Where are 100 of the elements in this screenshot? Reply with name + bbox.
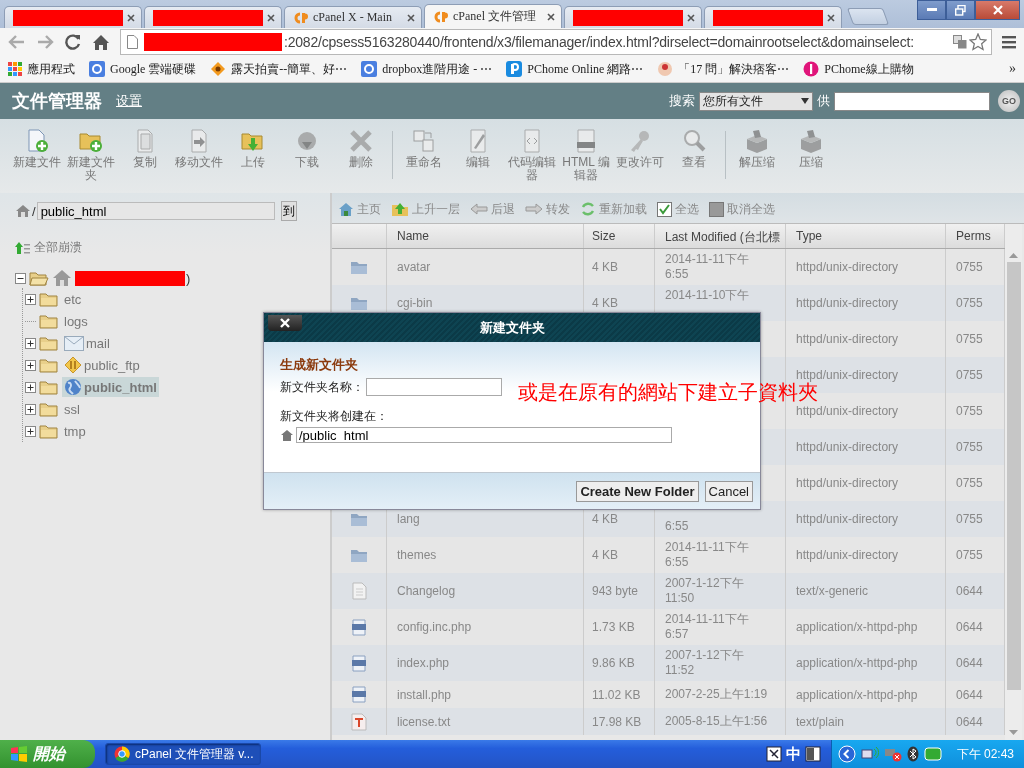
go-button[interactable]: 到 <box>280 201 297 221</box>
tree-item[interactable]: ) <box>186 270 191 286</box>
nav-button[interactable]: 主页 <box>338 200 381 218</box>
column-header[interactable]: Type <box>786 224 946 248</box>
nav-button[interactable]: 后退 <box>470 200 515 218</box>
nav-button[interactable]: 全选 <box>657 200 699 218</box>
nav-button[interactable]: 取消全选 <box>709 200 775 218</box>
tree-item[interactable]: public_ftp <box>62 355 142 375</box>
file-name[interactable]: index.php <box>397 656 450 670</box>
browser-tab[interactable] <box>144 6 282 28</box>
start-button[interactable]: 開始 <box>0 740 95 768</box>
file-name[interactable]: themes <box>397 548 437 562</box>
file-name[interactable]: license.txt <box>397 714 451 729</box>
bluetooth-icon[interactable] <box>906 746 919 762</box>
file-name[interactable]: cgi-bin <box>397 296 433 310</box>
column-header[interactable]: Name <box>387 224 584 248</box>
chevron-icon[interactable] <box>837 745 856 763</box>
go-button[interactable]: GO <box>998 90 1020 112</box>
tree-item[interactable]: tmp <box>62 422 88 440</box>
close-icon[interactable] <box>127 13 135 22</box>
folder-icon <box>39 335 59 351</box>
table-cell: 9.86 KB <box>592 656 635 670</box>
table-cell: 17.98 KB <box>592 714 642 729</box>
browser-tab[interactable] <box>4 6 142 28</box>
settings-link[interactable]: 设置 <box>116 92 142 110</box>
browser-tab[interactable] <box>704 6 842 28</box>
location-field[interactable]: /public_html <box>296 427 672 443</box>
browser-tab[interactable] <box>564 6 702 28</box>
clock: 下午 02:43 <box>956 745 1014 763</box>
file-name[interactable]: lang <box>397 512 420 526</box>
close-icon[interactable] <box>687 13 695 22</box>
file-name[interactable]: install.php <box>397 687 452 702</box>
column-header[interactable]: Size <box>584 224 655 248</box>
table-cell: 0755 <box>956 404 983 418</box>
home-icon[interactable] <box>15 204 31 218</box>
text-file-icon <box>351 712 367 731</box>
search-field[interactable] <box>834 91 990 111</box>
column-header[interactable]: Last Modified (台北標 <box>655 224 786 248</box>
table-cell: 943 byte <box>592 584 639 598</box>
collapse-toggle-icon[interactable] <box>15 272 26 284</box>
star-icon[interactable] <box>969 33 987 51</box>
tree-item[interactable]: ssl <box>62 400 82 418</box>
path-field[interactable]: public_html <box>36 202 275 220</box>
dialog-button[interactable]: Create New Folder <box>576 480 699 502</box>
folder-name-field[interactable] <box>366 378 502 396</box>
bookmark-link[interactable]: Google 雲端硬碟 <box>89 60 197 78</box>
bookmark-link[interactable]: 應用程式 <box>8 60 75 78</box>
bookmark-link[interactable]: dropbox進階用途 - ⋯ <box>361 60 493 78</box>
bookmark-link[interactable]: 露天拍賣--簡單、好⋯ <box>210 60 348 78</box>
expand-toggle-icon[interactable] <box>25 337 36 349</box>
bookmark-link[interactable]: PChome線上購物 <box>803 60 914 78</box>
bookmark-link[interactable]: 「17 問」解決痞客⋯ <box>657 60 790 78</box>
address-bar[interactable]: :2082/cpsess5163280440/frontend/x3/filemanager/index.html?dirselect=domainrootselect&domainselect: <box>120 29 992 55</box>
dialog-button[interactable]: Cancel <box>704 480 753 502</box>
input-method-button[interactable]: 中 <box>785 744 801 764</box>
reload-icon[interactable] <box>64 33 82 51</box>
tree-item[interactable]: etc <box>62 290 84 308</box>
close-icon[interactable] <box>547 12 555 21</box>
nav-button[interactable]: 重新加载 <box>580 200 647 218</box>
more-bookmarks-button[interactable]: » <box>1009 61 1016 77</box>
file-name[interactable]: config.inc.php <box>397 620 472 634</box>
nav-button[interactable]: 转发 <box>525 200 570 218</box>
transfer-icon <box>64 356 82 374</box>
close-icon[interactable] <box>267 13 275 22</box>
close-button[interactable] <box>268 315 302 331</box>
translate-icon[interactable] <box>953 35 967 49</box>
network-error-icon[interactable] <box>883 746 902 762</box>
restore-button[interactable] <box>946 0 975 20</box>
toolbar-button[interactable]: 上传 <box>226 129 280 169</box>
toolbar-button[interactable]: 新建文件 <box>10 129 64 169</box>
table-cell: 2014-11-11下午 6:55 <box>665 252 749 282</box>
tree-item[interactable]: logs <box>62 312 90 330</box>
home-icon[interactable] <box>92 33 110 51</box>
keyboard-icon[interactable] <box>765 746 782 762</box>
expand-toggle-icon[interactable] <box>25 293 36 305</box>
taskbar-window-button[interactable]: cPanel 文件管理器 v... <box>105 743 261 765</box>
browser-tab[interactable]: cPanel X - Main <box>284 6 422 28</box>
expand-toggle-icon[interactable] <box>25 403 36 415</box>
menu-icon[interactable] <box>1002 35 1016 49</box>
close-icon[interactable] <box>827 13 835 22</box>
network-icon[interactable] <box>860 746 879 762</box>
expand-toggle-icon[interactable] <box>25 359 36 371</box>
table-cell: httpd/unix-directory <box>796 332 899 346</box>
browser-tab[interactable]: cPanel 文件管理 <box>424 4 562 28</box>
search-scope-select[interactable]: 您所有文件 <box>699 91 813 111</box>
tree-item[interactable]: public_html <box>62 377 159 397</box>
nav-button[interactable]: 上升一层 <box>391 200 460 218</box>
close-icon[interactable] <box>407 13 415 22</box>
input-mode-icon[interactable] <box>804 746 821 762</box>
folder-icon <box>39 401 59 417</box>
bookmark-icon <box>506 61 523 77</box>
expand-toggle-icon[interactable] <box>25 425 36 437</box>
minimize-button[interactable] <box>917 0 946 20</box>
toolbar-button[interactable]: 新建文件夹 <box>64 129 118 182</box>
file-name[interactable]: Changelog <box>397 584 456 598</box>
expand-toggle-icon[interactable] <box>25 381 36 393</box>
tree-item[interactable]: mail <box>62 334 112 352</box>
file-name[interactable]: avatar <box>397 260 431 274</box>
bookmark-link[interactable]: PChome Online 網路⋯ <box>506 60 644 78</box>
collapse-all-link[interactable]: 全部崩溃 <box>15 239 330 256</box>
